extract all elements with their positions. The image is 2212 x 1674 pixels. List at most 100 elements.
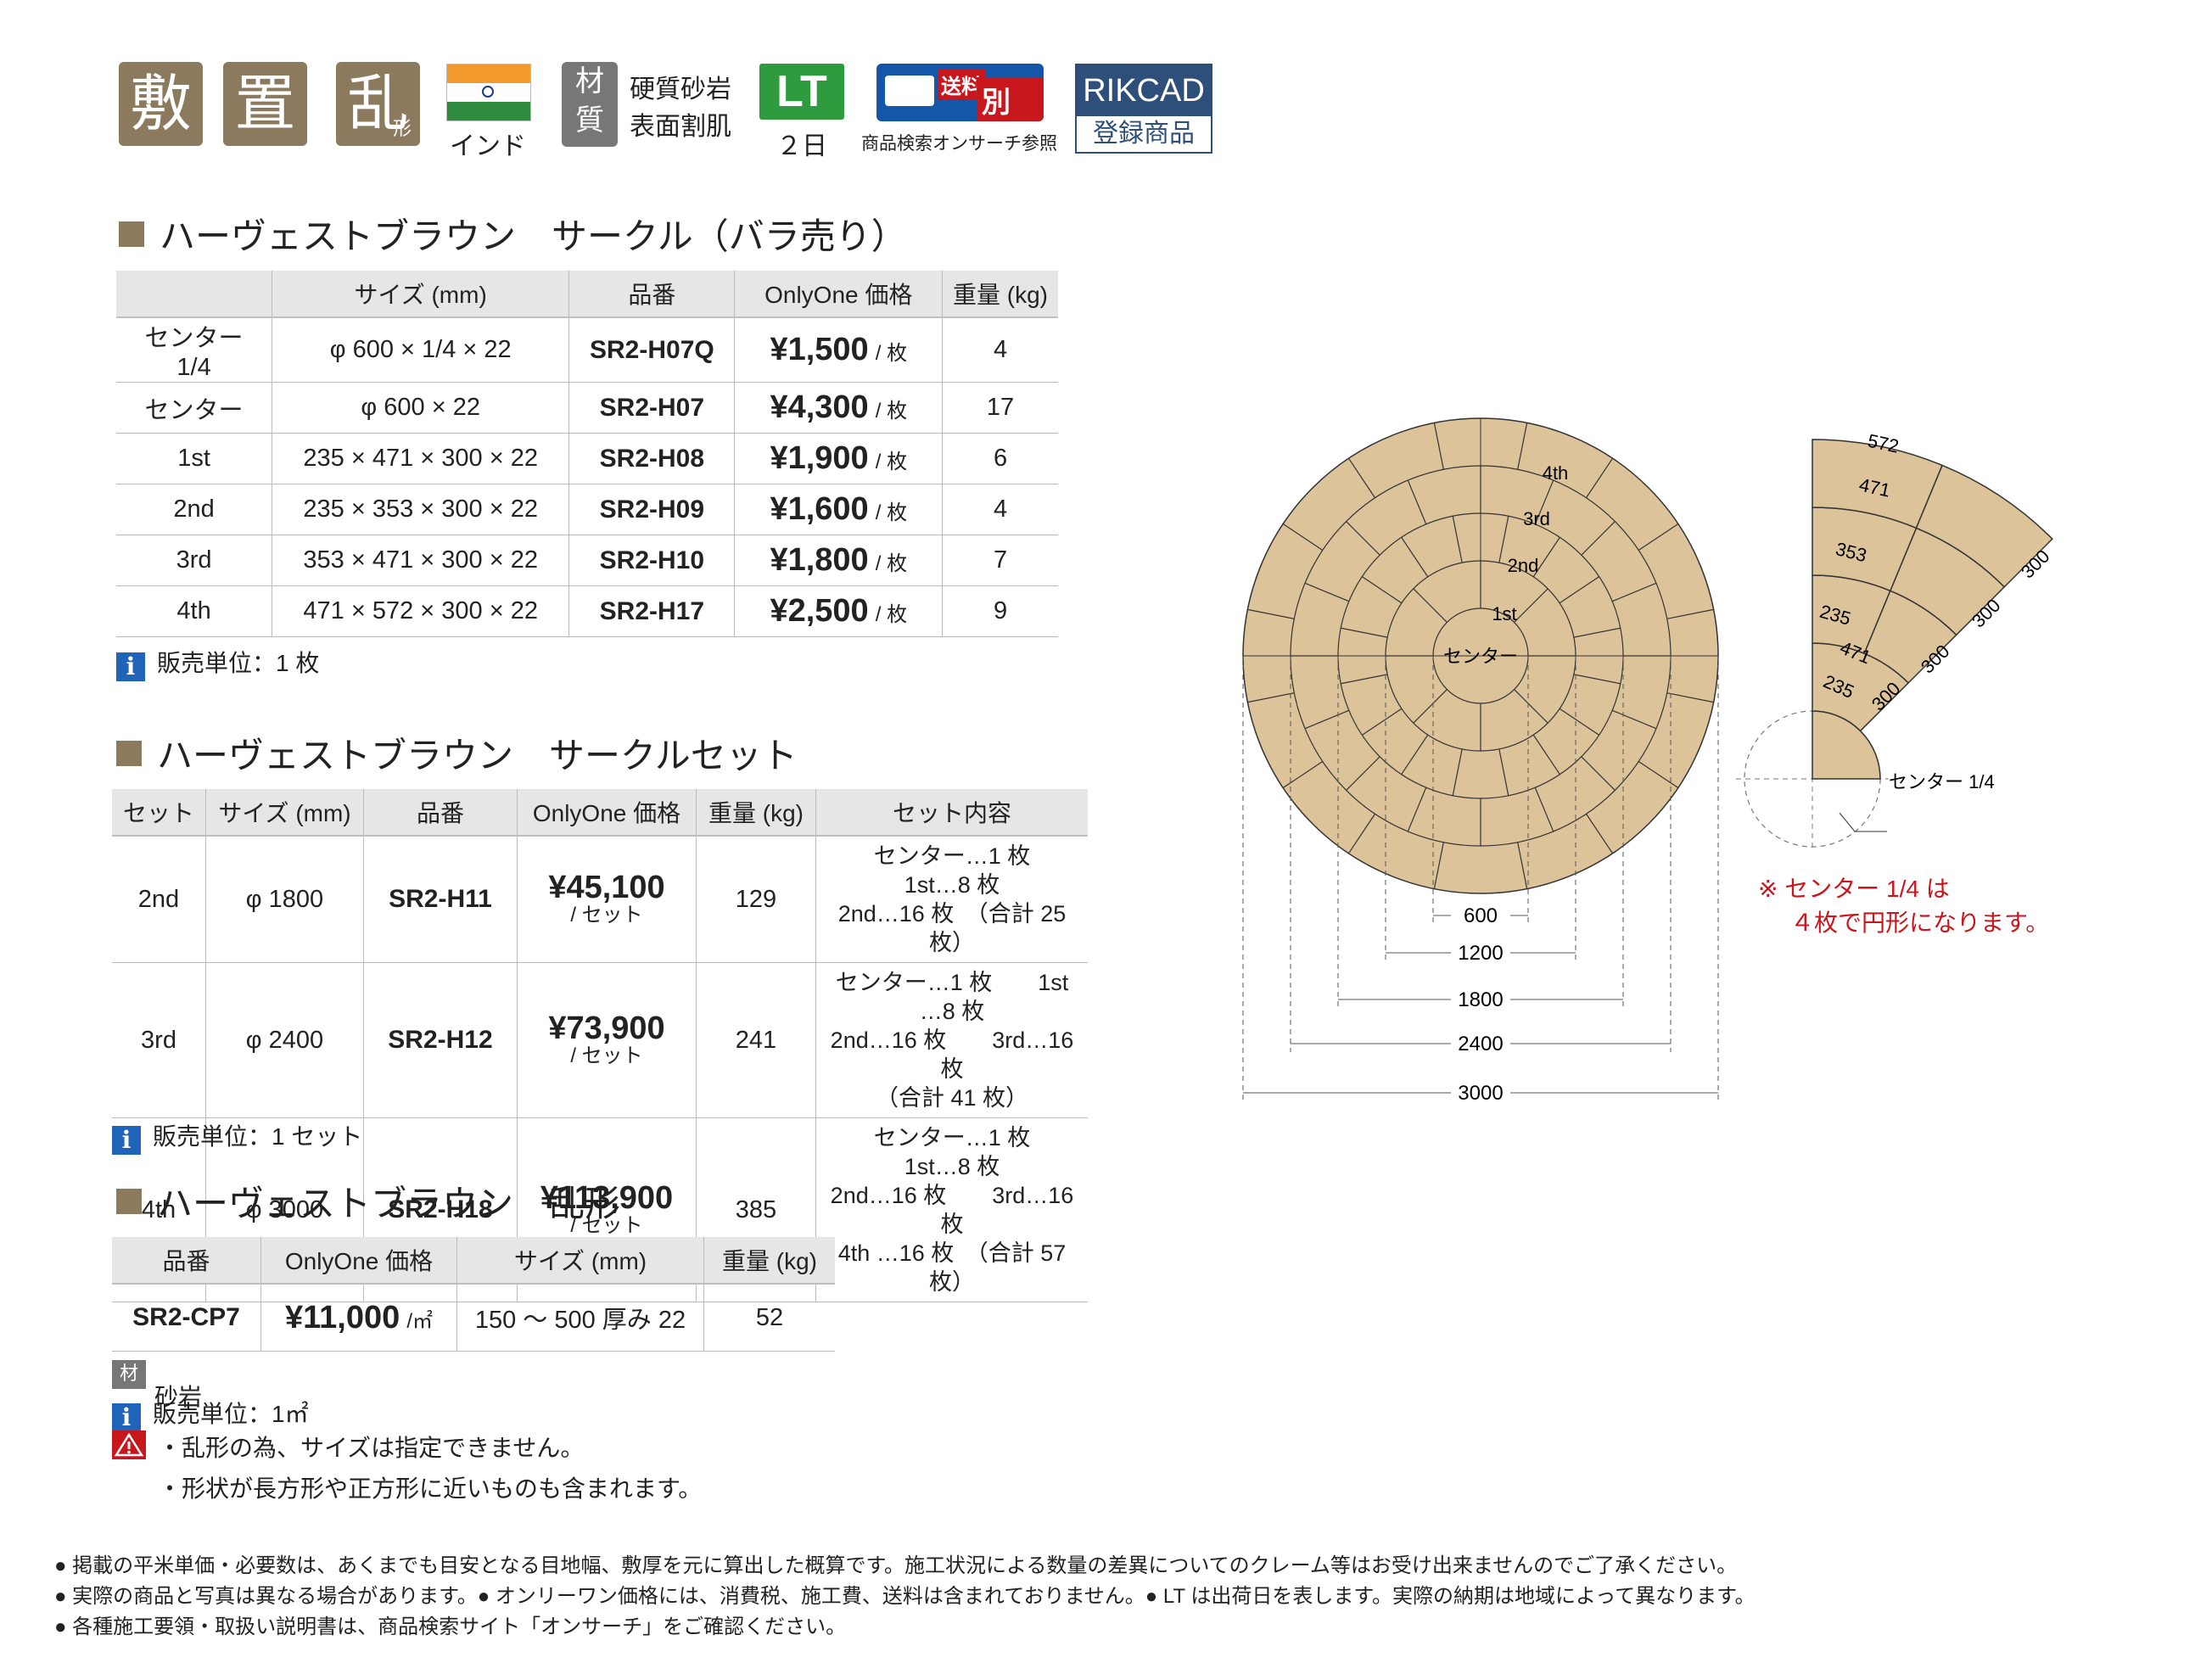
layout-badge-oki: 置 xyxy=(223,62,307,146)
per-unit: / 枚 xyxy=(875,603,908,626)
weight: 4 xyxy=(942,484,1058,535)
piece-size: φ 600 × 1/4 × 22 xyxy=(272,317,569,383)
dimension-600: 600 xyxy=(1464,904,1498,927)
ring-label-1st: 1st xyxy=(1492,603,1516,624)
price: ¥1,800 xyxy=(770,542,869,578)
warning-icon xyxy=(112,1430,146,1459)
price-cell: ¥1,800 / 枚 xyxy=(734,535,943,586)
material-badge-top: 材 xyxy=(575,64,604,98)
quarter-leader-line xyxy=(1839,812,1887,832)
piece-size: 235 × 353 × 300 × 22 xyxy=(272,484,569,535)
set-content: センター…1 枚 1st…8 枚 2nd…16 枚 （合計 25 枚） xyxy=(815,836,1088,963)
set-content-line: 2nd…16 枚 3rd…16 枚 xyxy=(830,1183,1074,1237)
dimension-3000: 3000 xyxy=(1458,1082,1503,1105)
col-header: 重量 (kg) xyxy=(696,789,816,837)
price: ¥1,900 xyxy=(770,440,869,476)
section-title-circle-single: ハーヴェストブラウン サークル（バラ売り） xyxy=(119,208,907,260)
section-title-text: ハーヴェストブラウン サークル（バラ売り） xyxy=(160,216,907,256)
warning-note-1: ・乱形の為、サイズは指定できません。 xyxy=(112,1430,584,1464)
sales-unit-note: i 販売単位：1 枚 xyxy=(116,645,319,681)
footer-note-3: ● 各種施工要領・取扱い説明書は、商品検索サイト「オンサーチ」をご確認ください。 xyxy=(54,1615,847,1638)
price-cell: ¥2,500 / 枚 xyxy=(734,585,943,637)
ring-label-2nd: 2nd xyxy=(1508,555,1539,576)
weight: 4 xyxy=(942,317,1058,383)
lt-days: ２日 xyxy=(776,132,827,160)
set-sales-unit-note: i 販売単位：1 セット xyxy=(112,1118,362,1155)
weight: 7 xyxy=(942,535,1058,586)
set-content-line: 4th …16 枚 （合計 57 枚） xyxy=(837,1240,1067,1295)
warning-note-2: ・形状が長方形や正方形に近いものも含まれます。 xyxy=(158,1470,702,1504)
piece-name: 2nd xyxy=(116,484,272,535)
price: ¥2,500 xyxy=(770,593,869,629)
set-content: センター…1 枚 1st …8 枚 2nd…16 枚 3rd…16 枚 （合計 … xyxy=(815,962,1088,1118)
col-header: セット xyxy=(112,789,206,837)
col-header: サイズ (mm) xyxy=(272,271,569,318)
price: ¥11,000 xyxy=(285,1299,400,1335)
price-cell: ¥1,900 / 枚 xyxy=(734,433,943,484)
piece-size: φ 600 × 22 xyxy=(272,382,569,434)
table-header-row: サイズ (mm) 品番 OnlyOne 価格 重量 (kg) xyxy=(116,271,1058,318)
circle-single-table: サイズ (mm) 品番 OnlyOne 価格 重量 (kg) センター 1/4 … xyxy=(116,271,1058,637)
sales-unit-text: 販売単位：1㎡ xyxy=(153,1401,309,1427)
price: ¥1,600 xyxy=(770,491,869,527)
set-content: センター…1 枚 1st…8 枚 2nd…16 枚 3rd…16 枚 4th …… xyxy=(815,1117,1088,1302)
price-cell: ¥1,600 / 枚 xyxy=(734,484,943,535)
per-unit: / 枚 xyxy=(875,552,908,575)
weight: 52 xyxy=(703,1284,835,1352)
ring-label-center: センター xyxy=(1443,646,1518,667)
rikcad-registered: 登録商品 xyxy=(1093,120,1195,148)
per-unit: / 枚 xyxy=(875,342,908,365)
info-icon: i xyxy=(112,1126,141,1155)
piece-name: センター xyxy=(116,382,272,434)
shape-badge-sub: 形 xyxy=(392,119,412,140)
product-code: SR2-H07 xyxy=(568,382,735,434)
set-name: 2nd xyxy=(112,836,206,963)
set-content-line: （合計 41 枚） xyxy=(875,1085,1029,1111)
layout-badge-shiki: 敷 xyxy=(119,62,203,146)
shipping-note: 商品検索オンサーチ参照 xyxy=(861,134,1057,154)
material-badge-bottom: 質 xyxy=(575,104,604,137)
piece-name: 3rd xyxy=(116,535,272,586)
random-shape-table: 品番 OnlyOne 価格 サイズ (mm) 重量 (kg) SR2-CP7 ¥… xyxy=(112,1237,835,1352)
fan-piece-diagram: 572 471 353 235 471 235 300 300 300 300 … xyxy=(1736,430,2054,848)
shape-badge-random: 乱形 xyxy=(336,62,420,146)
footer-note-2: ● 実際の商品と写真は異なる場合があります。● オンリーワン価格には、消費税、施… xyxy=(54,1585,1756,1608)
piece-name: 1st xyxy=(116,433,272,484)
col-header: 品番 xyxy=(363,789,518,837)
table-row: SR2-CP7 ¥11,000 /㎡ 150 ～ 500 厚み 22 52 xyxy=(112,1284,835,1352)
india-flag-icon xyxy=(446,64,531,121)
piece-size: 235 × 471 × 300 × 22 xyxy=(272,433,569,484)
section-title-text: ハーヴェストブラウン 乱形 xyxy=(157,1184,621,1223)
price: ¥4,300 xyxy=(770,389,869,425)
per-unit: / 枚 xyxy=(875,501,908,524)
price-cell: ¥4,300 / 枚 xyxy=(734,382,943,434)
price: ¥1,500 xyxy=(770,332,869,367)
set-content-line: センター…1 枚 1st…8 枚 xyxy=(873,1125,1077,1179)
price: ¥73,900 xyxy=(548,1010,665,1046)
piece-size: 353 × 471 × 300 × 22 xyxy=(272,535,569,586)
material-line-2: 表面割肌 xyxy=(630,113,731,141)
ring-label-3rd: 3rd xyxy=(1523,508,1550,529)
product-code: SR2-H12 xyxy=(363,962,518,1118)
material-line-1: 硬質砂岩 xyxy=(630,76,731,104)
section-title-circle-set: ハーヴェストブラウン サークルセット xyxy=(116,727,798,779)
random-sales-unit-note: i 販売単位：1㎡ xyxy=(112,1396,309,1432)
per-unit: / セット xyxy=(570,903,643,927)
sales-unit-text: 販売単位：1 枚 xyxy=(157,650,320,676)
warning-text: ・形状が長方形や正方形に近いものも含まれます。 xyxy=(158,1475,703,1502)
set-content-line: 2nd…16 枚 （合計 25 枚） xyxy=(837,901,1067,955)
table-row: 3rd φ 2400 SR2-H12 ¥73,900/ セット 241 センター… xyxy=(112,962,1088,1118)
dimension-2400: 2400 xyxy=(1458,1033,1503,1055)
set-size: φ 1800 xyxy=(205,836,364,963)
per-unit: /㎡ xyxy=(406,1309,433,1333)
rikcad-badge: RIKCAD 登録商品 xyxy=(1075,64,1212,154)
table-header-row: 品番 OnlyOne 価格 サイズ (mm) 重量 (kg) xyxy=(112,1237,835,1285)
per-unit: / 枚 xyxy=(875,400,908,423)
truck-icon xyxy=(885,76,934,106)
piece-size: 471 × 572 × 300 × 22 xyxy=(272,585,569,637)
col-header: サイズ (mm) xyxy=(456,1237,704,1285)
set-size: φ 2400 xyxy=(205,962,364,1118)
col-header xyxy=(116,271,272,318)
heading-square-icon xyxy=(116,741,142,766)
section-title-random: ハーヴェストブラウン 乱形 xyxy=(116,1175,620,1227)
